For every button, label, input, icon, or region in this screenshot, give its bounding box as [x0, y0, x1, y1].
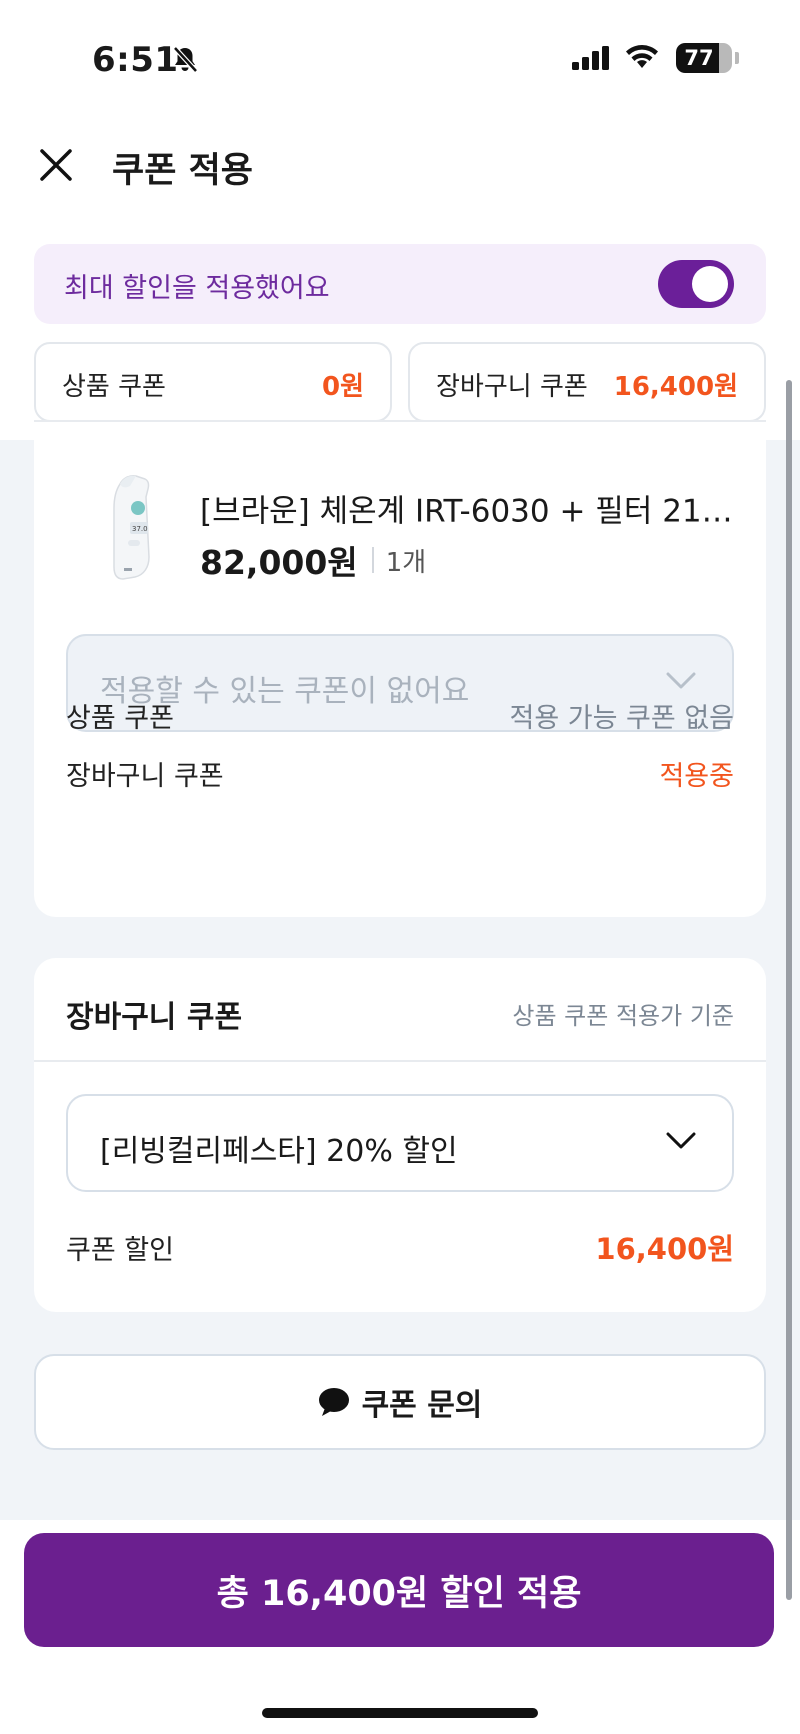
close-icon[interactable]	[36, 145, 76, 185]
basket-coupon-detail-row: 장바구니 쿠폰 적용중	[66, 754, 734, 792]
battery-level: 77	[684, 46, 714, 70]
product-thumbnail: 37.0	[113, 475, 150, 580]
battery-indicator: 77	[676, 43, 732, 73]
product-name: [브라운] 체온계 IRT-6030 + 필터 21개 세트	[200, 493, 740, 530]
scrollbar[interactable]	[786, 380, 792, 1600]
product-quantity: 1개	[385, 547, 427, 578]
divider	[34, 1060, 766, 1062]
apply-discount-label: 총 16,400원 할인 적용	[216, 1573, 582, 1614]
coupon-inquiry-label: 쿠폰 문의	[361, 1388, 483, 1423]
product-coupon-detail-label: 상품 쿠폰	[66, 703, 174, 734]
basket-coupon-card: 장바구니 쿠폰 상품 쿠폰 적용가 기준 [리빙컬리페스타] 20% 할인 쿠폰…	[34, 958, 766, 1312]
battery-cap	[735, 52, 739, 64]
wifi-icon	[626, 45, 658, 68]
max-discount-banner: 최대 할인을 적용했어요	[34, 244, 766, 324]
page-title: 쿠폰 적용	[112, 151, 253, 191]
status-bar: 6:51 77	[0, 0, 800, 110]
basket-coupon-summary-label: 장바구니 쿠폰	[436, 372, 588, 402]
bell-muted-icon	[173, 46, 198, 73]
product-price: 82,000원	[200, 543, 358, 582]
coupon-discount-label: 쿠폰 할인	[66, 1235, 174, 1266]
divider	[371, 547, 374, 573]
toggle-knob	[692, 266, 728, 302]
signal-icon	[572, 46, 609, 70]
max-discount-label: 최대 할인을 적용했어요	[64, 273, 330, 304]
basket-coupon-title: 장바구니 쿠폰	[66, 1000, 243, 1035]
status-time: 6:51	[92, 40, 179, 80]
home-indicator	[262, 1708, 538, 1718]
coupon-inquiry-button[interactable]: 쿠폰 문의	[34, 1354, 766, 1450]
basket-coupon-selected: [리빙컬리페스타] 20% 할인	[100, 1134, 458, 1169]
basket-coupon-detail-label: 장바구니 쿠폰	[66, 761, 224, 792]
basket-coupon-summary[interactable]: 장바구니 쿠폰 16,400원	[408, 342, 766, 422]
product-coupon-card: 37.0 [브라운] 체온계 IRT-6030 + 필터 21개 세트 82,0…	[34, 420, 766, 917]
coupon-summary: 상품 쿠폰 0원 장바구니 쿠폰 16,400원	[34, 342, 766, 422]
product-coupon-summary[interactable]: 상품 쿠폰 0원	[34, 342, 392, 422]
header: 쿠폰 적용	[0, 120, 800, 210]
coupon-discount-value: 16,400원	[595, 1232, 734, 1266]
product-coupon-summary-value: 0원	[321, 372, 364, 402]
chat-bubble-icon	[318, 1388, 349, 1416]
max-discount-toggle[interactable]	[658, 260, 734, 308]
product-price-row: 82,000원 1개	[200, 536, 426, 584]
basket-coupon-summary-value: 16,400원	[613, 372, 738, 402]
product-coupon-summary-label: 상품 쿠폰	[62, 372, 166, 402]
product-coupon-detail-row: 상품 쿠폰 적용 가능 쿠폰 없음	[66, 696, 734, 734]
product-coupon-detail-value: 적용 가능 쿠폰 없음	[509, 703, 734, 734]
basket-coupon-select[interactable]: [리빙컬리페스타] 20% 할인	[66, 1094, 734, 1192]
apply-discount-button[interactable]: 총 16,400원 할인 적용	[24, 1533, 774, 1647]
basket-coupon-note: 상품 쿠폰 적용가 기준	[512, 1002, 734, 1030]
svg-text:37.0: 37.0	[132, 525, 148, 533]
chevron-down-icon	[666, 672, 696, 689]
chevron-down-icon	[666, 1132, 696, 1149]
basket-coupon-detail-value: 적용중	[659, 761, 734, 792]
